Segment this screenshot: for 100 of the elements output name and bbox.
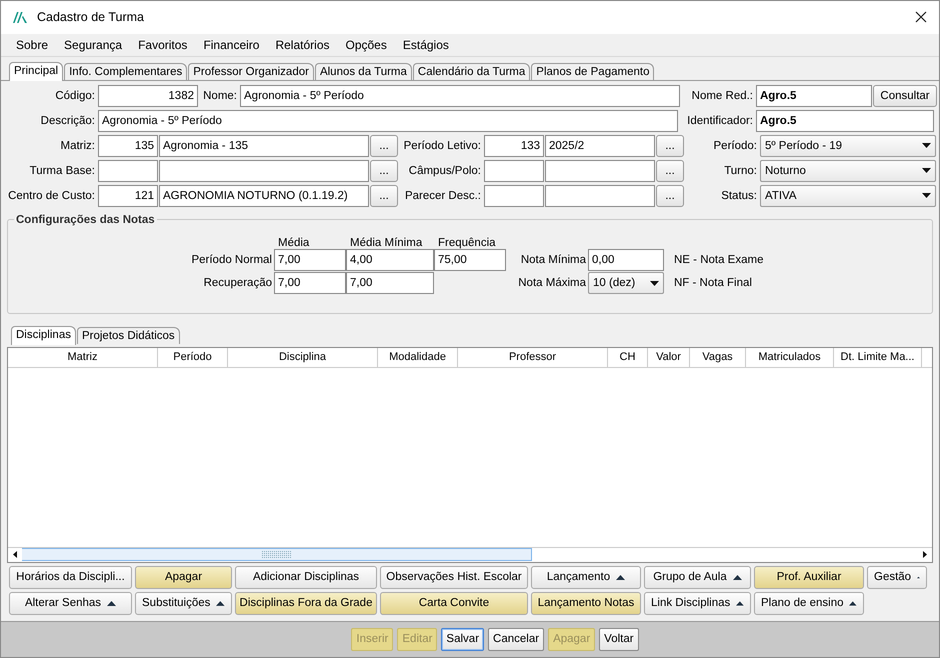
action-button[interactable]: Horários da Discipli...: [9, 566, 132, 589]
field-label: Nome:: [202, 90, 238, 102]
text-field[interactable]: Agro.5: [756, 110, 934, 132]
dropdown[interactable]: 5º Período - 19: [760, 134, 936, 157]
menu-item[interactable]: Financeiro: [195, 38, 268, 52]
code-field[interactable]: [484, 184, 544, 207]
code-field[interactable]: [484, 160, 544, 182]
column-label: Média: [277, 236, 310, 249]
menu-item[interactable]: Sobre: [8, 38, 56, 52]
text-field[interactable]: Agro.5: [756, 84, 872, 107]
lookup-button[interactable]: ...: [370, 184, 398, 207]
row-label: Recuperação: [202, 277, 273, 290]
field-label: Período:: [712, 140, 758, 152]
text-field[interactable]: [545, 184, 655, 207]
action-button[interactable]: Grupo de Aula: [644, 566, 751, 589]
action-button[interactable]: Lançamento: [531, 566, 641, 589]
horizontal-scrollbar[interactable]: [8, 546, 932, 562]
grade-field[interactable]: 7,00: [274, 249, 346, 272]
tab[interactable]: Planos de Pagamento: [531, 62, 654, 80]
tab[interactable]: Professor Organizador: [188, 62, 314, 80]
caret-icon: [736, 600, 744, 606]
action-button[interactable]: Link Disciplinas: [644, 592, 751, 615]
caret-icon: [922, 143, 931, 148]
row-label: Período Normal: [190, 254, 273, 266]
dropdown[interactable]: 10 (dez): [588, 272, 664, 294]
action-button[interactable]: Carta Convite: [380, 592, 528, 615]
grade-field[interactable]: 4,00: [346, 249, 434, 272]
code-field[interactable]: 133: [484, 134, 544, 157]
footer-button[interactable]: Voltar: [599, 628, 639, 651]
footer-button[interactable]: Salvar: [441, 628, 484, 651]
field-label: Nota Mínima: [520, 254, 587, 266]
field-label: Código:: [54, 90, 96, 102]
text-field[interactable]: Agronomia - 135: [159, 134, 369, 157]
lookup-button[interactable]: ...: [656, 160, 684, 182]
consult-button[interactable]: Consultar: [873, 84, 937, 107]
lookup-button[interactable]: ...: [656, 134, 684, 157]
lookup-button[interactable]: ...: [656, 184, 684, 207]
tab[interactable]: Disciplinas: [11, 326, 76, 345]
grade-field[interactable]: 7,00: [274, 272, 346, 294]
grade-field[interactable]: 0,00: [588, 249, 664, 272]
caret-icon: [849, 600, 857, 606]
text-field[interactable]: [159, 160, 369, 182]
caret-icon: [107, 600, 116, 606]
action-button[interactable]: Substituições: [135, 592, 232, 615]
action-button[interactable]: Apagar: [135, 566, 232, 589]
field-label: Nome Red.:: [690, 90, 754, 102]
field-label: Matriz:: [60, 140, 96, 152]
menu-item[interactable]: Relatórios: [267, 38, 338, 52]
text-field[interactable]: Agronomia - 5º Período: [240, 84, 680, 107]
grade-field[interactable]: 75,00: [434, 249, 506, 272]
menu-item[interactable]: Segurança: [56, 38, 130, 52]
tab[interactable]: Info. Complementares: [64, 62, 188, 80]
action-button[interactable]: Disciplinas Fora da Grade: [235, 592, 377, 615]
grip-icon: [262, 551, 292, 558]
field-label: Centro de Custo:: [7, 190, 96, 202]
legend-text: NE - Nota Exame: [674, 254, 764, 266]
action-button[interactable]: Prof. Auxiliar: [754, 566, 864, 589]
code-field[interactable]: 121: [98, 184, 158, 207]
action-button[interactable]: Alterar Senhas: [9, 592, 132, 615]
field-label: Período Letivo:: [402, 140, 482, 152]
caret-icon: [922, 193, 931, 198]
field-label: Identificador:: [686, 114, 754, 127]
menu-item[interactable]: Favoritos: [130, 38, 196, 52]
menu-item[interactable]: Estágios: [394, 38, 457, 52]
legend-text: NF - Nota Final: [674, 277, 753, 290]
action-button[interactable]: Lançamento Notas: [531, 592, 641, 615]
action-button[interactable]: Observações Hist. Escolar: [380, 566, 528, 589]
lookup-button[interactable]: ...: [370, 134, 398, 157]
grade-field[interactable]: 7,00: [346, 272, 434, 294]
app-logo-icon: [13, 12, 27, 23]
tab[interactable]: Alunos da Turma: [314, 62, 412, 80]
text-field[interactable]: AGRONOMIA NOTURNO (0.1.19.2): [159, 184, 369, 207]
dropdown[interactable]: Noturno: [760, 160, 936, 182]
lookup-button[interactable]: ...: [370, 160, 398, 182]
caret-icon: [732, 574, 742, 580]
tab[interactable]: Principal: [9, 62, 64, 81]
window-title: Cadastro de Turma: [37, 10, 145, 24]
action-button[interactable]: Gestão: [867, 566, 927, 589]
caret-icon: [616, 574, 626, 580]
field-label: Status:: [720, 190, 758, 202]
field-label: Descrição:: [40, 114, 96, 127]
dropdown[interactable]: ATIVA: [760, 184, 936, 207]
group-title: Configurações das Notas: [15, 214, 156, 226]
field-label: Nota Máxima: [517, 277, 587, 290]
code-field[interactable]: 135: [98, 134, 158, 157]
caret-icon: [216, 600, 225, 606]
close-icon[interactable]: [915, 11, 927, 24]
text-field[interactable]: 2025/2: [545, 134, 655, 157]
code-field[interactable]: 1382: [98, 84, 198, 107]
text-field[interactable]: [545, 160, 655, 182]
menu-item[interactable]: Opções: [338, 38, 395, 52]
caret-icon: [650, 280, 659, 286]
field-label: Turno:: [723, 164, 758, 177]
code-field[interactable]: [98, 160, 158, 182]
action-button[interactable]: Adicionar Disciplinas: [235, 566, 377, 589]
tab[interactable]: Calendário da Turma: [412, 62, 530, 80]
action-button[interactable]: Plano de ensino: [754, 592, 864, 615]
tab[interactable]: Projetos Didáticos: [76, 326, 180, 344]
footer-button[interactable]: Cancelar: [488, 628, 544, 651]
text-field[interactable]: Agronomia - 5º Período: [98, 110, 678, 132]
